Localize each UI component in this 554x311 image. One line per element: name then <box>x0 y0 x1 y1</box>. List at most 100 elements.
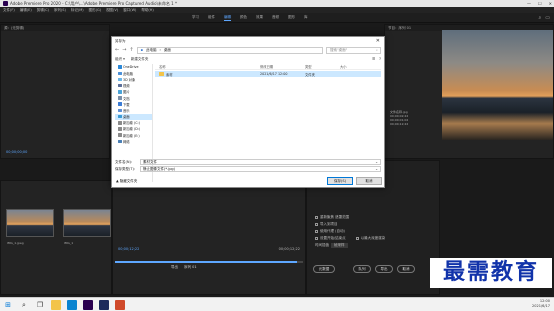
queue-button[interactable]: 队列 <box>353 265 371 273</box>
hide-folders-toggle[interactable]: ▲ 隐藏文件夹 <box>116 179 137 184</box>
checkbox[interactable] <box>315 216 318 219</box>
documents-icon <box>118 96 122 100</box>
option-row[interactable]: 重新聚焦 遮罩范围 <box>315 215 349 220</box>
media-encoder-icon[interactable] <box>99 300 109 310</box>
windows-start-icon[interactable]: ⊞ <box>3 300 13 310</box>
cancel-export-button[interactable]: 取消 <box>397 265 415 273</box>
tab-editing[interactable]: 编辑 <box>224 15 231 21</box>
checkbox[interactable] <box>315 237 318 240</box>
chevron-down-icon[interactable]: ⌄ <box>375 160 378 164</box>
back-arrow-icon[interactable]: ← <box>115 47 119 53</box>
chat-icon[interactable]: ▭ <box>545 15 550 21</box>
system-tray[interactable]: 12:00 2021/6/17 <box>532 299 550 309</box>
render-label: 以最大深度渲染 <box>360 236 386 240</box>
checkbox[interactable] <box>315 223 318 226</box>
menu-graphics[interactable]: 图形(G) <box>89 8 101 13</box>
option-row[interactable]: 设置开始/结束点 以最大深度渲染 <box>315 236 385 241</box>
column-type[interactable]: 类型 <box>305 64 340 69</box>
breadcrumb-item[interactable]: 桌面 <box>164 48 171 53</box>
menu-help[interactable]: 帮助(H) <box>141 8 153 13</box>
search-icon[interactable]: ⌕ <box>538 15 541 21</box>
filename-label: 文件名(N): <box>115 159 133 164</box>
program-info: 文件名称.jpg 00;00;02;22 00;00;01;02 00;00;1… <box>390 110 408 126</box>
export-preview-panel: 00;00;12;22 00;00;12;22 导出 序列 01 <box>112 180 306 295</box>
new-folder-button[interactable]: 新建文件夹 <box>131 57 149 62</box>
premiere-icon[interactable] <box>83 300 93 310</box>
menu-window[interactable]: 窗口(W) <box>123 8 136 13</box>
minimize-icon[interactable]: — <box>527 0 531 7</box>
metadata-button[interactable]: 元数据 <box>313 265 335 273</box>
filename-input[interactable]: 素材文件 ⌄ <box>140 159 381 165</box>
folder-icon <box>159 72 164 76</box>
help-icon[interactable]: ? <box>379 57 381 61</box>
tab-audio[interactable]: 音频 <box>272 15 279 21</box>
clip-thumbnail[interactable] <box>63 209 111 237</box>
tab-libraries[interactable]: 库 <box>304 15 308 21</box>
export-label: 导出 <box>171 265 178 269</box>
drive-icon <box>118 133 122 137</box>
nav-label: 音乐 <box>123 108 130 113</box>
menu-clip[interactable]: 剪辑(C) <box>37 8 49 13</box>
music-icon <box>118 108 122 113</box>
option-row[interactable]: 导入到项目 <box>315 222 338 227</box>
menu-view[interactable]: 视图(V) <box>106 8 118 13</box>
end-timecode[interactable]: 00;00;12;22 <box>279 247 300 251</box>
checkbox[interactable] <box>355 237 359 240</box>
column-date[interactable]: 修改日期 <box>260 64 305 69</box>
file-explorer-icon[interactable] <box>51 300 61 310</box>
task-view-icon[interactable]: ❐ <box>35 300 45 310</box>
address-bar[interactable]: ▪ 此电脑 › 桌面 <box>136 46 323 54</box>
tab-learn[interactable]: 学习 <box>192 15 199 21</box>
cancel-button[interactable]: 取消 <box>356 177 382 185</box>
search-placeholder: 搜索"桌面" <box>330 47 348 52</box>
filetype-select[interactable]: 静止图像文件(*.jpg) ⌄ <box>140 166 381 172</box>
info-line: 00;00;12;22 <box>390 122 409 126</box>
tab-effects[interactable]: 效果 <box>256 15 263 21</box>
downloads-icon <box>118 102 122 106</box>
dialog-title: 另存为 <box>115 38 126 43</box>
pictures-icon <box>118 90 122 94</box>
edge-icon[interactable] <box>67 300 77 310</box>
checkbox[interactable] <box>315 230 318 233</box>
search-icon[interactable]: ⌕ <box>19 300 29 310</box>
save-button[interactable]: 保存(S) <box>327 177 353 185</box>
start-timecode[interactable]: 00;00;12;22 <box>118 247 139 251</box>
interpolation-dropdown[interactable]: 帧采样 <box>331 243 348 248</box>
app-icon[interactable] <box>115 300 125 310</box>
close-icon[interactable]: ✕ <box>376 38 380 44</box>
up-arrow-icon[interactable]: ↑ <box>129 47 133 53</box>
drive-icon <box>118 127 122 131</box>
clip-thumbnail[interactable] <box>6 209 54 237</box>
option-label: 重新聚焦 遮罩范围 <box>320 215 350 219</box>
nav-label: 文档 <box>123 96 130 101</box>
maximize-icon[interactable]: ☐ <box>538 0 542 7</box>
chevron-down-icon[interactable]: ⌄ <box>375 167 378 171</box>
menu-sequence[interactable]: 序列(S) <box>54 8 66 13</box>
save-as-dialog: 另存为 ✕ ← → ↑ ▪ 此电脑 › 桌面 搜索"桌面" ⌕ 组织 ▾ 新建文… <box>111 36 385 188</box>
desktop-icon <box>118 114 122 119</box>
breadcrumb-item[interactable]: 此电脑 <box>146 48 157 53</box>
watermark-logo: 最需教育 <box>430 258 552 288</box>
view-options-icon[interactable]: ☰ <box>372 57 375 61</box>
column-size[interactable]: 大小 <box>340 64 370 69</box>
nav-item-network[interactable]: 网络 <box>115 138 152 144</box>
file-row[interactable]: 素材 2021/6/17 12:00 文件夹 <box>155 71 381 77</box>
scrub-bar[interactable] <box>115 261 303 263</box>
nav-label: 图片 <box>123 90 130 95</box>
close-icon[interactable]: ✕ <box>549 0 552 7</box>
column-name[interactable]: 名称 <box>155 64 260 69</box>
tab-assembly[interactable]: 组件 <box>208 15 215 21</box>
tab-graphics[interactable]: 图形 <box>288 15 295 21</box>
forward-arrow-icon[interactable]: → <box>122 47 126 53</box>
source-timecode[interactable]: 00;00;00;00 <box>6 150 27 154</box>
tab-color[interactable]: 颜色 <box>240 15 247 21</box>
sequence-dropdown[interactable]: 序列 01 <box>184 265 197 270</box>
menu-file[interactable]: 文件(F) <box>3 8 15 13</box>
export-button[interactable]: 导出 <box>375 265 393 273</box>
option-row[interactable]: 使用代理 (自动) <box>315 229 345 234</box>
search-input[interactable]: 搜索"桌面" ⌕ <box>326 46 381 54</box>
menu-edit[interactable]: 编辑(E) <box>20 8 32 13</box>
menu-markers[interactable]: 标记(M) <box>71 8 84 13</box>
clip-label: IMG_1.jpeg <box>7 241 24 245</box>
organize-button[interactable]: 组织 ▾ <box>115 57 125 62</box>
